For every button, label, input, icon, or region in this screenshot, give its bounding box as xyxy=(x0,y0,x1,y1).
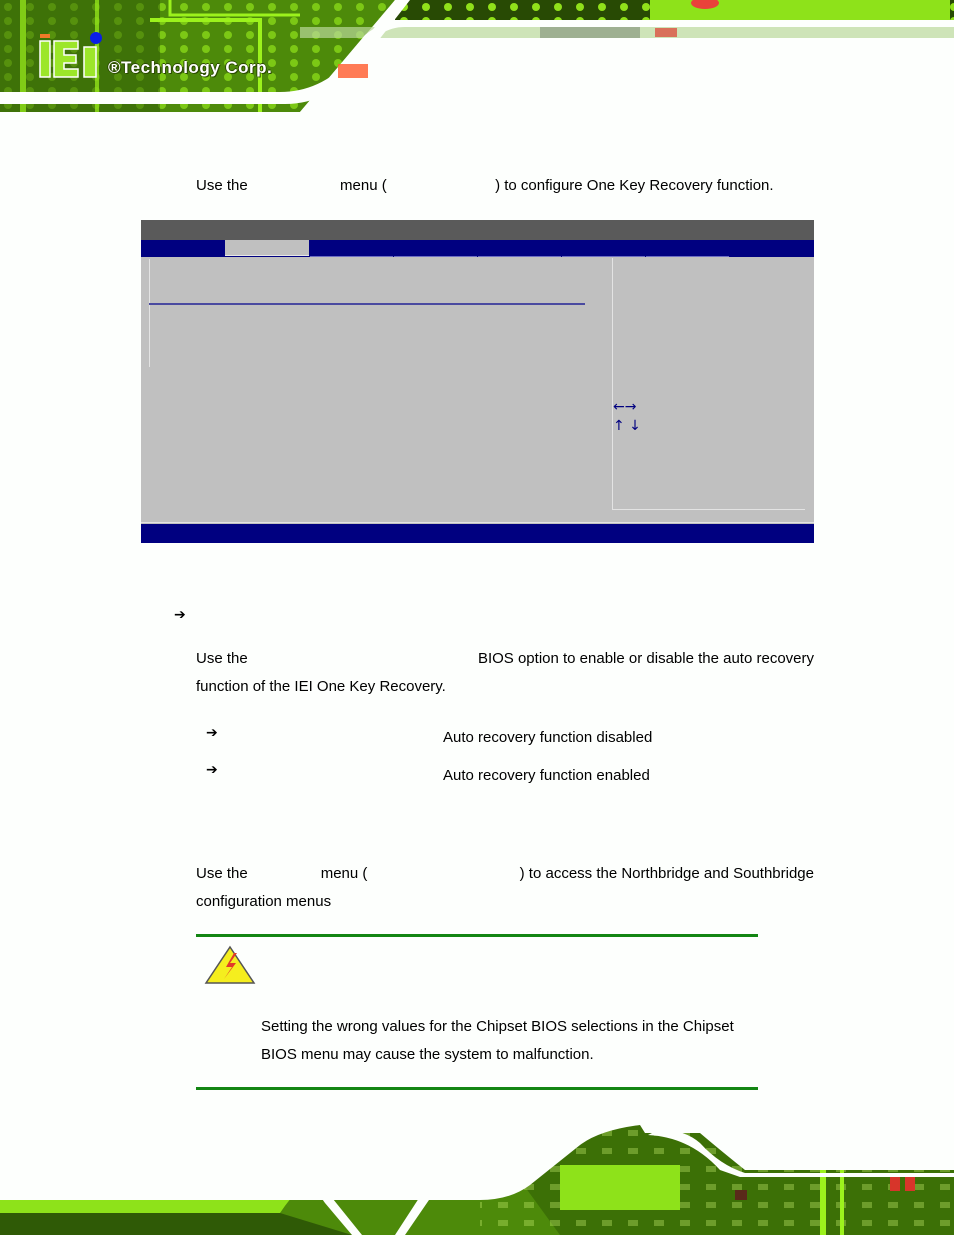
bios-title-bar xyxy=(141,220,814,240)
bios-screenshot: ←→ ↑ ↓ xyxy=(141,220,814,543)
bios-left-border xyxy=(149,259,152,367)
bios-section-separator xyxy=(149,303,585,305)
bios-tab[interactable] xyxy=(141,240,225,257)
bios-tab[interactable] xyxy=(394,240,477,257)
chipset-middle: menu ( xyxy=(320,865,368,882)
option-desc-prefix: Use the xyxy=(196,650,248,667)
bios-tab[interactable] xyxy=(310,240,393,257)
warning-top-rule xyxy=(196,934,758,937)
circuit-board-footer-graphic xyxy=(0,1125,954,1235)
warning-line1: Setting the wrong values for the Chipset… xyxy=(261,1018,734,1035)
option-enabled-description: Auto recovery function enabled xyxy=(443,767,650,784)
warning-icon xyxy=(204,945,256,984)
bios-tab-active[interactable] xyxy=(225,240,309,256)
warning-bottom-rule xyxy=(196,1087,758,1090)
option-description: Use the BIOS option to enable or disable… xyxy=(196,645,814,701)
intro-paragraph: Use the menu ( ) to configure One Key Re… xyxy=(196,172,816,200)
bios-tab[interactable] xyxy=(646,240,729,257)
up-down-arrows-icon: ↑ ↓ xyxy=(613,418,641,434)
bios-tab[interactable] xyxy=(562,240,645,257)
intro-prefix: Use the xyxy=(196,177,248,194)
circuit-board-header-graphic xyxy=(0,0,954,112)
option-desc-middle: BIOS option to enable or disable the aut… xyxy=(477,650,814,667)
section-arrow-icon: ➔ xyxy=(174,607,186,623)
chipset-suffix: ) to access the Northbridge and Southbri… xyxy=(519,865,814,882)
option-desc-line2: function of the IEI One Key Recovery. xyxy=(196,678,446,695)
bios-help-panel-bottom xyxy=(612,509,805,510)
intro-middle: menu ( xyxy=(340,177,387,194)
warning-line2: BIOS menu may cause the system to malfun… xyxy=(261,1046,594,1063)
option-arrow-icon: ➔ xyxy=(206,725,218,741)
bios-tab-bar xyxy=(141,240,814,257)
bios-help-panel-divider xyxy=(612,258,613,510)
left-right-arrows-icon: ←→ xyxy=(613,399,637,415)
option-disabled-description: Auto recovery function disabled xyxy=(443,729,653,746)
chipset-line2: configuration menus xyxy=(196,893,332,910)
bios-tab[interactable] xyxy=(478,240,561,257)
bios-bottom-border xyxy=(141,522,814,523)
page-header-banner: ®Technology Corp. xyxy=(0,0,954,112)
brand-name: ®Technology Corp. xyxy=(108,58,273,77)
page-footer-banner xyxy=(0,1125,954,1235)
bios-key-hints: ←→ ↑ ↓ xyxy=(613,398,641,436)
intro-suffix: ) to configure One Key Recovery function… xyxy=(495,177,774,194)
bios-status-bar xyxy=(141,524,814,543)
warning-text: Setting the wrong values for the Chipset… xyxy=(261,1013,761,1069)
chipset-prefix: Use the xyxy=(196,865,248,882)
iei-logo-icon xyxy=(39,32,102,78)
option-arrow-icon: ➔ xyxy=(206,762,218,778)
chipset-paragraph: Use the menu ( ) to access the Northbrid… xyxy=(196,860,814,916)
